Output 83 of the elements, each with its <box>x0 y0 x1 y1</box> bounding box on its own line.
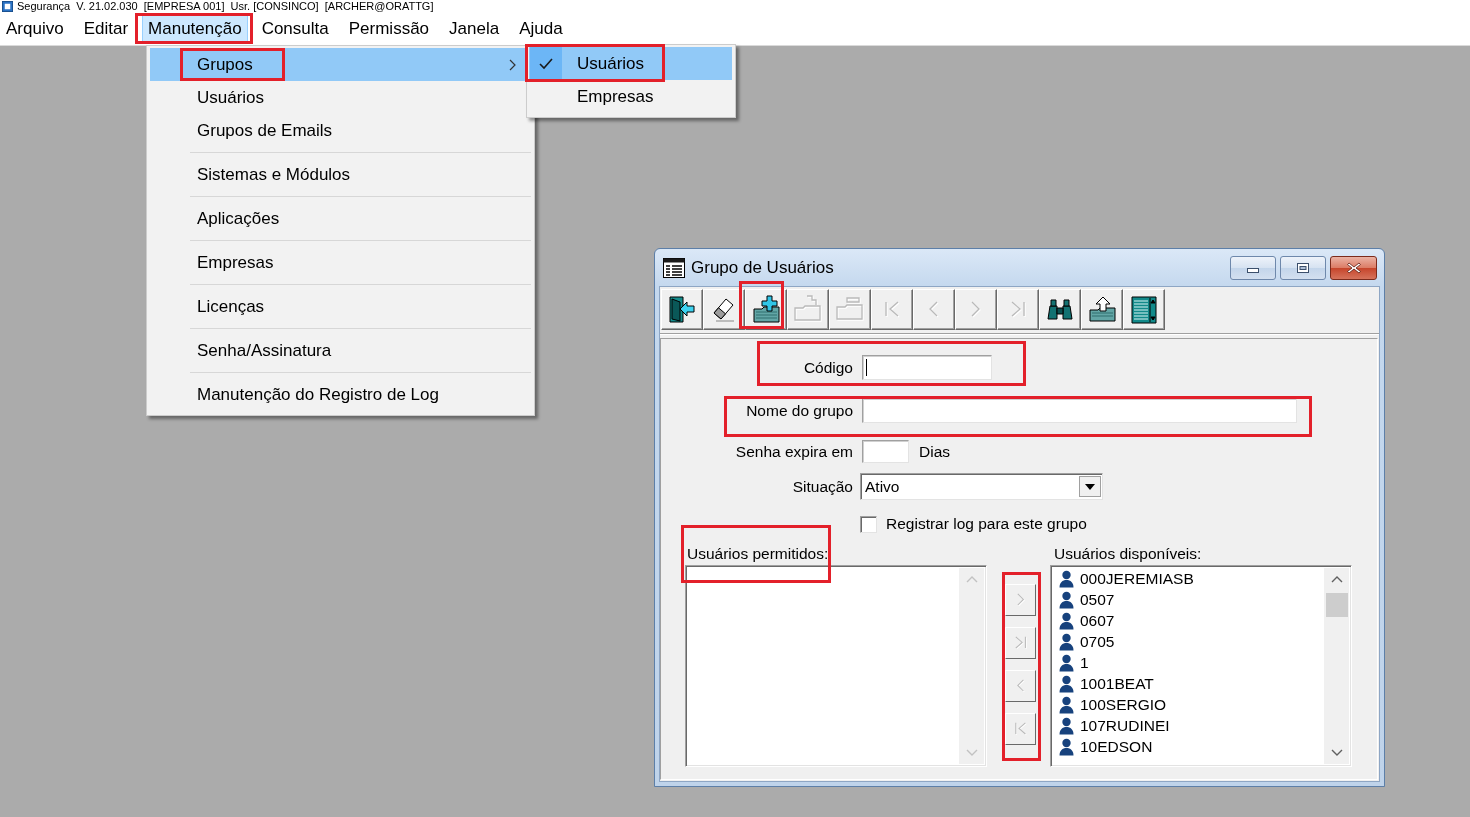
app-title: Segurança V. 21.02.030 [EMPRESA 001] Usr. [CONSINCO] [ARCHER@ORATTG] <box>17 0 434 13</box>
folder-up-arrow-icon <box>1088 295 1116 324</box>
menu-item[interactable]: Sistemas e Módulos <box>150 158 531 191</box>
user-icon <box>1058 695 1075 714</box>
menu-item[interactable]: Empresas <box>150 246 531 279</box>
input-field[interactable] <box>862 440 909 463</box>
binoculars-icon <box>1047 299 1073 320</box>
eraser-icon <box>713 297 735 322</box>
input-field[interactable] <box>862 398 1297 423</box>
list-label: Usuários disponíveis: <box>1053 545 1203 562</box>
chevron-left-icon <box>1016 679 1025 693</box>
toolbar-button[interactable] <box>1123 289 1165 330</box>
chevron-up-icon[interactable] <box>1330 576 1343 583</box>
menu-item[interactable]: Usuários <box>150 81 531 114</box>
maximize-button[interactable] <box>1280 255 1326 280</box>
toolbar-button[interactable] <box>661 289 703 330</box>
list-item[interactable]: 107RUDINEI <box>1053 715 1324 736</box>
user-icon <box>1058 569 1075 588</box>
minimize-icon <box>1247 268 1259 273</box>
user-icon <box>1058 590 1075 609</box>
checkbox-label: Registrar log para este grupo <box>886 515 1087 533</box>
list-item[interactable]: 10EDSON <box>1053 736 1324 757</box>
field-label: Situação <box>791 477 854 496</box>
window-title: Grupo de Usuários <box>691 257 834 278</box>
folder-step-icon <box>794 295 822 324</box>
field-label: Senha expira em <box>734 442 854 461</box>
menu-item[interactable]: Senha/Assinatura <box>150 334 531 367</box>
list-box[interactable]: 000JEREMIASB 0507 0607 0705 1 1001BEAT 100SERGIO 107RUDINEI 10EDSON <box>1050 565 1352 767</box>
close-icon <box>1346 261 1361 274</box>
user-icon <box>1058 653 1075 672</box>
menu-bar-item[interactable]: Permissão <box>342 15 436 43</box>
list-item[interactable]: 000JEREMIASB <box>1053 568 1324 589</box>
status-dropdown[interactable]: Ativo <box>860 473 1103 500</box>
skip-forward-icon <box>1014 636 1027 650</box>
close-button[interactable] <box>1330 255 1377 280</box>
skip-forward-icon <box>1010 301 1026 318</box>
user-icon <box>1058 737 1075 756</box>
maximize-icon <box>1297 262 1309 273</box>
chevron-down-icon[interactable] <box>1330 749 1343 756</box>
minimize-button[interactable] <box>1230 255 1276 280</box>
menu-item[interactable]: Grupos de Emails <box>150 114 531 147</box>
list-label: Usuários permitidos: <box>687 545 829 562</box>
menu-bar-item[interactable]: Janela <box>443 15 506 43</box>
folder-minus-icon <box>836 296 864 323</box>
folder-plus-icon <box>752 294 780 325</box>
unit-label: Dias <box>919 442 950 461</box>
window-icon <box>663 257 685 278</box>
table-icon <box>1131 295 1157 324</box>
menu-item[interactable]: Licenças <box>150 290 531 323</box>
menu-bar-item[interactable]: Consulta <box>255 15 335 43</box>
menu-item[interactable]: Empresas <box>529 80 732 113</box>
menu-bar-item[interactable]: Ajuda <box>513 15 569 43</box>
scrollbar-thumb[interactable] <box>1325 593 1348 617</box>
field-label: Nome do grupo <box>745 401 854 420</box>
skip-back-icon <box>1014 722 1027 736</box>
scrollbar[interactable] <box>1324 568 1349 764</box>
chevron-right-icon <box>1016 593 1025 607</box>
user-icon <box>1058 674 1075 693</box>
toolbar-button[interactable] <box>1039 289 1081 330</box>
toolbar-button[interactable] <box>703 289 745 330</box>
user-icon <box>1058 632 1075 651</box>
list-item[interactable]: 1 <box>1053 652 1324 673</box>
list-item[interactable]: 1001BEAT <box>1053 673 1324 694</box>
list-box[interactable] <box>685 565 987 767</box>
input-field[interactable] <box>862 355 992 380</box>
skip-back-icon <box>884 301 900 318</box>
list-item[interactable]: 0607 <box>1053 610 1324 631</box>
menu-bar-item[interactable]: Editar <box>77 15 135 43</box>
list-item[interactable]: 100SERGIO <box>1053 694 1324 715</box>
chevron-left-icon <box>929 301 939 318</box>
toolbar-button[interactable] <box>1081 289 1123 330</box>
door-arrow-icon <box>669 296 695 323</box>
chevron-right-icon <box>971 301 981 318</box>
field-label: Código <box>802 358 854 377</box>
menu-item[interactable]: Aplicações <box>150 202 531 235</box>
user-icon <box>1058 716 1075 735</box>
list-item[interactable]: 0507 <box>1053 589 1324 610</box>
menu-bar-item[interactable]: Arquivo <box>0 15 70 43</box>
menu-item[interactable]: Usuários <box>529 47 732 80</box>
menu-item[interactable]: Manutenção do Registro de Log <box>150 378 531 411</box>
user-icon <box>1058 611 1075 630</box>
list-item[interactable]: 0705 <box>1053 631 1324 652</box>
checkbox[interactable] <box>860 515 877 533</box>
